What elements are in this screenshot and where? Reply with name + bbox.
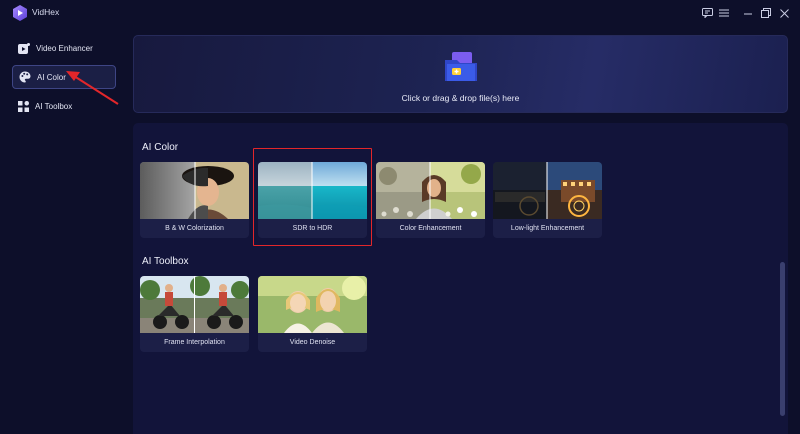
card-label: Video Denoise <box>289 339 336 346</box>
sidebar-item-ai-color[interactable]: AI Color <box>12 65 116 89</box>
folder-add-icon <box>445 52 477 81</box>
low-light-enhancement-thumbnail <box>493 162 602 219</box>
minimize-icon[interactable] <box>741 6 755 20</box>
card-low-light-enhancement[interactable]: Low-light Enhancement <box>493 162 602 238</box>
card-label: Low-light Enhancement <box>510 225 585 232</box>
toolbox-grid-icon <box>18 100 29 112</box>
card-frame-interpolation[interactable]: Frame Interpolation <box>140 276 249 352</box>
card-bw-colorization[interactable]: B & W Colorization <box>140 162 249 238</box>
palette-icon <box>19 71 31 83</box>
card-color-enhancement[interactable]: Color Enhancement <box>376 162 485 238</box>
video-enhance-icon <box>18 42 30 54</box>
sidebar-item-ai-toolbox[interactable]: AI Toolbox <box>12 94 116 118</box>
restore-icon[interactable] <box>759 6 773 20</box>
section-title-ai-color: AI Color <box>142 142 179 153</box>
sdr-to-hdr-thumbnail <box>258 162 367 219</box>
card-label: Frame Interpolation <box>164 339 225 346</box>
card-label: B & W Colorization <box>165 225 224 232</box>
sidebar-item-label: AI Toolbox <box>35 101 73 111</box>
vertical-scrollbar[interactable] <box>780 262 785 416</box>
app-title: VidHex <box>32 7 60 17</box>
sidebar-item-label: Video Enhancer <box>36 43 93 53</box>
card-label: Color Enhancement <box>399 225 462 232</box>
section-title-ai-toolbox: AI Toolbox <box>142 256 189 267</box>
bw-colorization-thumbnail <box>140 162 249 219</box>
menu-icon[interactable] <box>717 6 731 20</box>
card-sdr-to-hdr[interactable]: SDR to HDR <box>258 162 367 238</box>
sidebar-item-video-enhancer[interactable]: Video Enhancer <box>12 36 116 60</box>
file-drop-zone[interactable]: Click or drag & drop file(s) here <box>133 35 788 113</box>
vidhex-logo-icon <box>13 5 27 21</box>
card-video-denoise[interactable]: Video Denoise <box>258 276 367 352</box>
close-icon[interactable] <box>777 6 791 20</box>
drop-zone-text: Click or drag & drop file(s) here <box>401 93 520 103</box>
video-denoise-thumbnail <box>258 276 367 333</box>
color-enhancement-thumbnail <box>376 162 485 219</box>
frame-interpolation-thumbnail <box>140 276 249 333</box>
sidebar-item-label: AI Color <box>37 72 66 82</box>
sidebar: Video Enhancer AI Color AI Toolbox <box>0 26 124 434</box>
feedback-icon[interactable] <box>700 6 714 20</box>
title-bar: VidHex <box>0 0 800 26</box>
card-label: SDR to HDR <box>292 225 333 232</box>
